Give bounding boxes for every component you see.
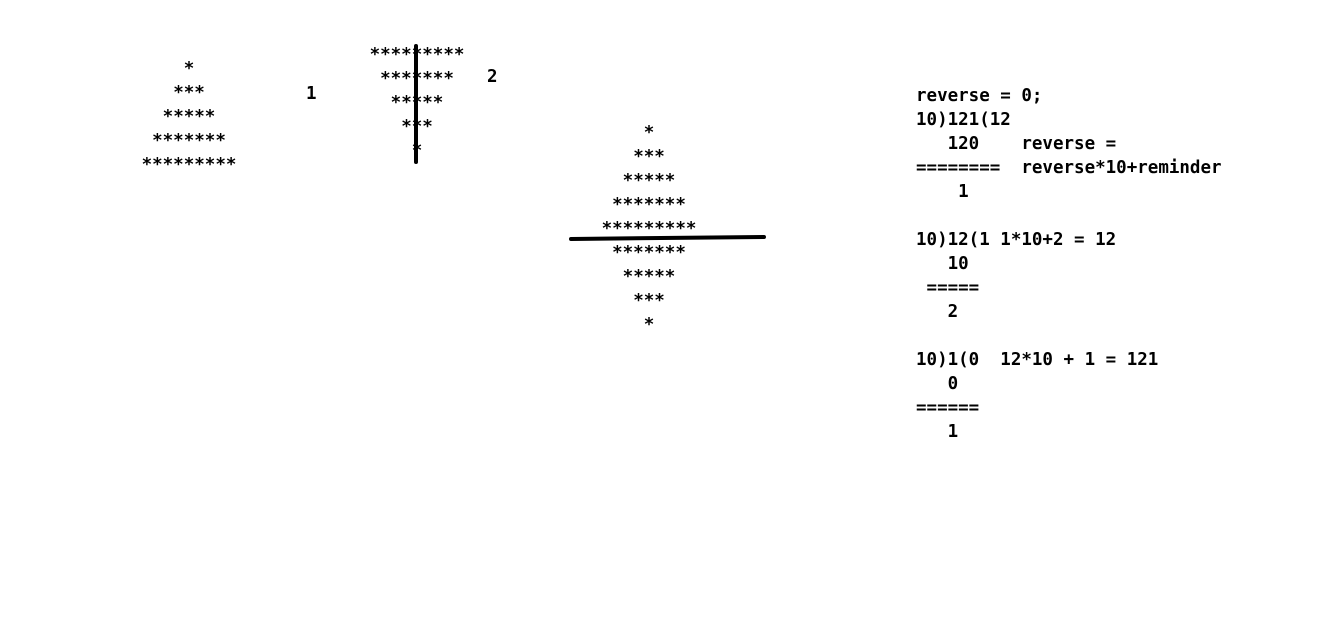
notes-line-row: 120 reverse = [916, 134, 1117, 154]
diamond-pattern: * *** ***** ******* ********* ******* ***** ***… [588, 121, 710, 337]
diamond-row: ***** [622, 171, 676, 191]
triangle-up-row: * [183, 59, 195, 79]
vertical-divider-line [414, 44, 418, 164]
diamond-row: ***** [622, 267, 676, 287]
notes-line-row [916, 324, 1222, 348]
notes-line-row: 1 [916, 422, 959, 442]
notes-line-row: reverse = 0; [916, 86, 1043, 106]
notes-line-row: 1 [916, 182, 969, 202]
triangle-up-row: ***** [162, 107, 216, 127]
diamond-row: *** [633, 147, 665, 167]
triangle-up-row: ********* [141, 155, 237, 175]
triangle-up-row: ******* [152, 131, 226, 151]
notes-line-row: 2 [916, 302, 959, 322]
triangle-up-row: *** [173, 83, 205, 103]
notes-line-row: ======== reverse*10+reminder [916, 158, 1222, 178]
notes-line-row: ===== [916, 278, 980, 298]
upward-triangle-pattern: * *** ***** ******* ********* [128, 57, 250, 177]
notes-line-row: ====== [916, 398, 980, 418]
diamond-row: * [643, 123, 655, 143]
notes-line-row: 0 [916, 374, 959, 394]
diamond-row: ******* [612, 195, 686, 215]
reverse-number-notes: reverse = 0; 10)121(12 120 reverse = =====… [916, 84, 1222, 444]
diamond-row: *** [633, 291, 665, 311]
notes-line-row: 10)121(12 [916, 110, 1011, 130]
pattern-1-label: 1 [306, 84, 317, 104]
diamond-row: * [643, 315, 655, 335]
pattern-2-label: 2 [487, 67, 498, 87]
notes-line-row: 10 [916, 254, 969, 274]
notes-line-row: 10)1(0 12*10 + 1 = 121 [916, 350, 1159, 370]
diamond-row: ******* [612, 243, 686, 263]
drawing-canvas: ************************* 1 ************… [0, 0, 1322, 624]
notes-line-row [916, 204, 1222, 228]
notes-line-row: 10)12(1 1*10+2 = 12 [916, 230, 1117, 250]
